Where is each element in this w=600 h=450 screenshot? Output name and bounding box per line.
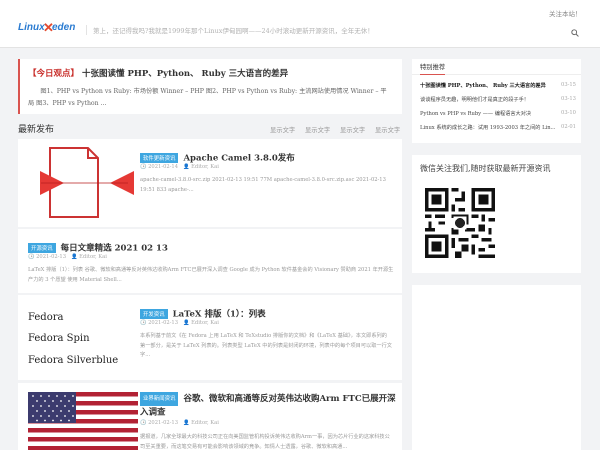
panel-header: 特别推荐 (412, 59, 581, 75)
post-meta: 🕓 2021-02-13 👤 Editor, Kai (140, 420, 219, 426)
thumb-text-2: Fedora Spin (28, 333, 90, 344)
latest-link-1[interactable]: 显示文字 (270, 125, 295, 134)
latest-link-3[interactable]: 显示文字 (340, 125, 365, 134)
latest-link-2[interactable]: 显示文字 (305, 125, 330, 134)
post-meta: 🕓 2021-02-13 👤 Editor, Kai (28, 254, 107, 260)
search-icon[interactable] (571, 29, 579, 37)
wechat-panel: 微信关注我们,随时获取最新开源资讯 (412, 155, 581, 273)
user-icon: 👤 (183, 164, 190, 170)
user-icon: 👤 (183, 320, 190, 326)
qr-code-image (425, 188, 495, 258)
recommend-date: 03-15 (561, 82, 576, 88)
recommend-title: Linux 系统的成长之路：试用 1993-2003 年之间的 Lin... (420, 125, 556, 131)
post-date: 2021-02-13 (148, 420, 179, 426)
wechat-title: 微信关注我们,随时获取最新开源资讯 (420, 164, 551, 173)
post-date: 2021-02-14 (148, 164, 179, 170)
post-meta: 🕓 2021-02-14 👤 Editor, Kai (140, 164, 219, 170)
post-thumbnail[interactable] (28, 145, 138, 221)
post-title: Apache Camel 3.8.0发布 (183, 153, 295, 164)
follow-link[interactable]: 关注本站！ (549, 8, 582, 18)
thumb-text-3: Fedora Silverblue (28, 355, 119, 366)
site-logo[interactable]: Linux ✕ eden (18, 20, 80, 38)
post-thumbnail[interactable]: Fedora Fedora Spin Fedora Silverblue (28, 301, 138, 377)
recommend-title: 十张图读懂 PHP、Python、 Ruby 三大语言的差异 (420, 83, 546, 89)
post-author: Editor, Kai (191, 320, 219, 326)
post-card: 开源资讯 每日文章精选 2021 02 13 🕓 2021-02-13 👤 Ed… (18, 229, 402, 293)
recommend-date: 03-10 (561, 110, 576, 116)
logo-text-left: Linux (18, 22, 45, 33)
viewpoint-headline: 十张图读懂 PHP、Python、 Ruby 三大语言的差异 (81, 69, 289, 79)
logo-text-right: eden (52, 22, 76, 33)
post-excerpt: 据报道，几家全球最大的科技公司正在向美国监管机构投诉英伟达收购Arm一事，因为芯… (140, 434, 390, 450)
post-date: 2021-02-13 (36, 254, 67, 260)
panel-title: 特别推荐 (420, 62, 446, 75)
us-flag-image (28, 392, 138, 450)
clock-icon: 🕓 (28, 254, 35, 260)
recommend-item[interactable]: 十张图读懂 PHP、Python、 Ruby 三大语言的差异 03-15 (420, 82, 576, 92)
post-thumbnail[interactable] (28, 392, 138, 450)
viewpoint-title[interactable]: 【今日观点】 十张图读懂 PHP、Python、 Ruby 三大语言的差异 (28, 67, 288, 79)
post-author: Editor, Kai (79, 254, 107, 260)
recommend-date: 02-01 (561, 124, 576, 130)
recommend-date: 03-13 (561, 96, 576, 102)
post-excerpt: LaTeX 排版（1）：列表 谷歌、微软和高通等反对英伟达收购Arm FTC已展… (28, 267, 394, 283)
post-tag[interactable]: 业界新闻资讯 (140, 392, 179, 406)
user-icon: 👤 (183, 420, 190, 426)
post-card: 软件更新资讯 Apache Camel 3.8.0发布 🕓 2021-02-14… (18, 139, 402, 227)
clock-icon: 🕓 (140, 420, 147, 426)
thumb-text-1: Fedora (28, 312, 64, 323)
post-title-line[interactable]: 业界新闻资讯 谷歌、微软和高通等反对英伟达收购Arm FTC已展开深入调查 (140, 392, 396, 419)
broken-image-icon (40, 147, 134, 218)
recommend-item[interactable]: Python vs PHP vs Ruby —— 编程语言大对决 03-10 (420, 110, 576, 120)
clock-icon: 🕓 (140, 164, 147, 170)
post-tag[interactable]: 软件更新资讯 (140, 152, 179, 163)
sidebar-blank-panel (412, 285, 581, 450)
post-excerpt: apache-camel-3.8.0-src.zip 2021-02-13 19… (140, 177, 386, 193)
accent-bar (18, 59, 20, 114)
recommend-item[interactable]: Linux 系统的成长之路：试用 1993-2003 年之间的 Lin... 0… (420, 124, 576, 134)
site-tagline: 第上，还记得我吗?我就是1999年那个Linux伊甸园啊——24小时滚动更新开源… (86, 25, 374, 35)
post-tag[interactable]: 开源资讯 (28, 242, 56, 253)
latest-header: 最新发布 显示文字 显示文字 显示文字 显示文字 (18, 120, 402, 136)
recommend-title: 谈谈程序员无趣，明明他们才是真正的段子手！ (420, 97, 529, 103)
post-title: 谷歌、微软和高通等反对英伟达收购Arm FTC已展开深入调查 (140, 394, 396, 418)
post-card: 业界新闻资讯 谷歌、微软和高通等反对英伟达收购Arm FTC已展开深入调查 🕓 … (18, 383, 402, 450)
site-header: Linux ✕ eden 第上，还记得我吗?我就是1999年那个Linux伊甸园… (0, 0, 600, 48)
viewpoint-label: 【今日观点】 (28, 69, 80, 79)
post-tag[interactable]: 开发资讯 (140, 308, 168, 319)
post-date: 2021-02-13 (148, 320, 179, 326)
viewpoint-text: 图1、PHP vs Python vs Ruby: 市场份额 Winner – … (28, 88, 387, 107)
recommend-item[interactable]: 谈谈程序员无趣，明明他们才是真正的段子手！ 03-13 (420, 96, 576, 106)
post-card: Fedora Fedora Spin Fedora Silverblue 开发资… (18, 295, 402, 380)
post-excerpt: 本系列基于前文《在 Fedora 上用 LaTeX 和 TeXstudio 排版… (140, 333, 392, 358)
latest-heading: 最新发布 (18, 125, 55, 135)
latest-link-4[interactable]: 显示文字 (375, 125, 400, 134)
post-author: Editor, Kai (191, 420, 219, 426)
post-author: Editor, Kai (191, 164, 219, 170)
user-icon: 👤 (71, 254, 78, 260)
recommend-title: Python vs PHP vs Ruby —— 编程语言大对决 (420, 111, 532, 117)
special-recommend-panel: 特别推荐 十张图读懂 PHP、Python、 Ruby 三大语言的差异 03-1… (412, 59, 581, 143)
today-viewpoint: 【今日观点】 十张图读懂 PHP、Python、 Ruby 三大语言的差异 图1… (18, 59, 402, 114)
post-meta: 🕓 2021-02-13 👤 Editor, Kai (140, 320, 219, 326)
post-title: LaTeX 排版（1）：列表 (172, 309, 266, 320)
post-title: 每日文章精选 2021 02 13 (60, 243, 168, 254)
clock-icon: 🕓 (140, 320, 147, 326)
